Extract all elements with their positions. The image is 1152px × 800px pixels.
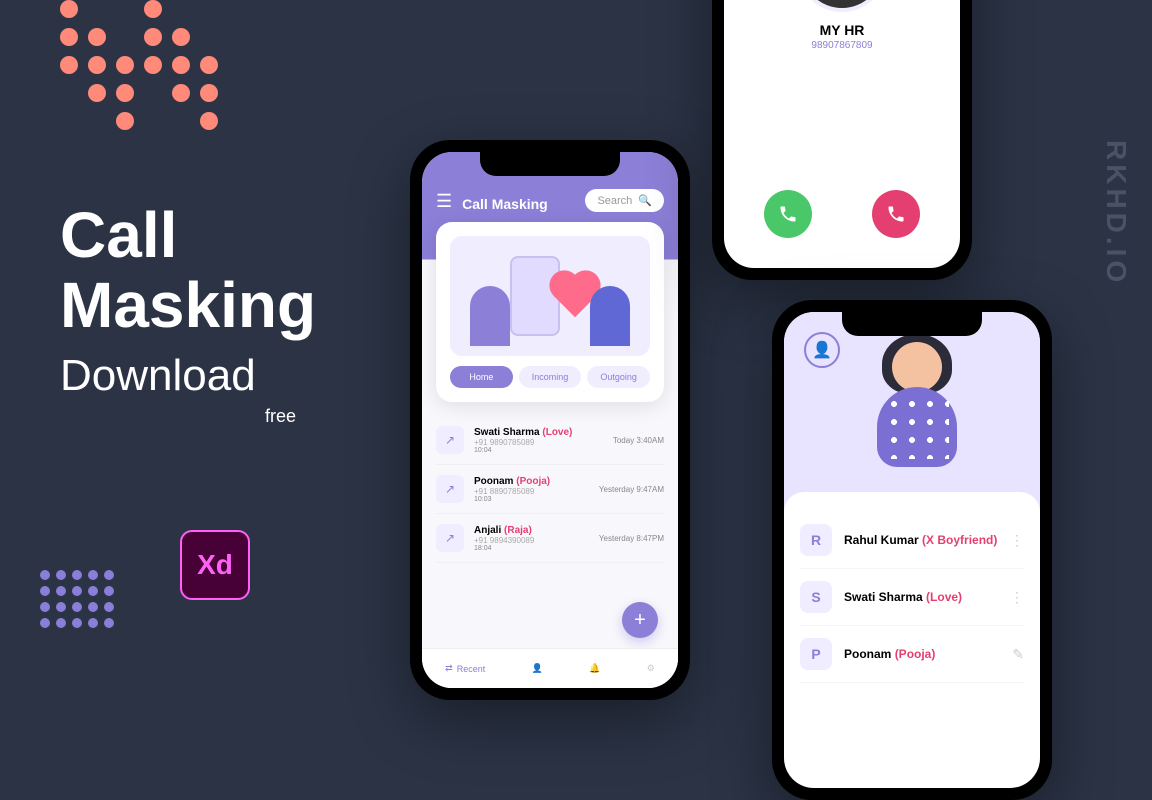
phone-notch bbox=[480, 152, 620, 176]
call-duration: 10:03 bbox=[474, 496, 589, 503]
menu-icon[interactable]: ☰ bbox=[436, 191, 452, 212]
contact-letter: S bbox=[800, 581, 832, 613]
call-list: ↗ Swati Sharma (Love) +91 9890785089 10:… bbox=[436, 416, 664, 563]
call-alias: (Pooja) bbox=[516, 476, 550, 487]
accept-call-button[interactable] bbox=[764, 190, 812, 238]
call-number: +91 8890785089 bbox=[474, 487, 589, 496]
call-duration: 10:04 bbox=[474, 447, 603, 454]
phone-mockup-contacts: 👤 R Rahul Kumar (X Boyfriend) ⋮ S Swati … bbox=[772, 300, 1052, 800]
contact-name: Swati Sharma bbox=[844, 590, 923, 604]
headline-line3: Download bbox=[60, 351, 316, 401]
search-icon: 🔍 bbox=[638, 194, 652, 207]
nav-contacts[interactable]: 👤 bbox=[532, 663, 543, 674]
phone-icon bbox=[778, 204, 798, 224]
contacts-hero: 👤 bbox=[784, 312, 1040, 512]
headline-line2: Masking bbox=[60, 270, 316, 340]
call-out-icon: ↗ bbox=[436, 475, 464, 503]
call-out-icon: ↗ bbox=[436, 426, 464, 454]
phone-icon bbox=[886, 204, 906, 224]
headline: Call Masking Download free bbox=[60, 200, 316, 427]
call-out-icon: ↗ bbox=[436, 524, 464, 552]
call-name: Swati Sharma bbox=[474, 427, 540, 438]
contact-alias: (Pooja) bbox=[895, 647, 936, 661]
headline-free: free bbox=[60, 406, 316, 427]
decoration-dots-top bbox=[60, 0, 218, 130]
more-icon[interactable]: ⋮ bbox=[1010, 589, 1024, 606]
contact-name: Rahul Kumar bbox=[844, 533, 919, 547]
call-name: Poonam bbox=[474, 476, 513, 487]
hero-card: Home Incoming Outgoing bbox=[436, 222, 664, 402]
contact-alias: (Love) bbox=[926, 590, 962, 604]
reject-call-button[interactable] bbox=[872, 190, 920, 238]
contact-letter: R bbox=[800, 524, 832, 556]
contact-row[interactable]: S Swati Sharma (Love) ⋮ bbox=[800, 569, 1024, 626]
phone-mockup-call: MY HR 98907867809 bbox=[712, 0, 972, 280]
phone-mockup-main: ☰ Call Masking Search 🔍 Home Incoming Ou… bbox=[410, 140, 690, 700]
search-input[interactable]: Search 🔍 bbox=[585, 189, 664, 212]
contact-row[interactable]: P Poonam (Pooja) ✎ bbox=[800, 626, 1024, 683]
call-row[interactable]: ↗ Poonam (Pooja) +91 8890785089 10:03 Ye… bbox=[436, 465, 664, 514]
tab-home[interactable]: Home bbox=[450, 366, 513, 388]
caller-avatar bbox=[797, 0, 887, 12]
call-alias: (Raja) bbox=[504, 525, 532, 536]
edit-icon[interactable]: ✎ bbox=[1012, 646, 1024, 663]
call-name: Anjali bbox=[474, 525, 501, 536]
contacts-list: R Rahul Kumar (X Boyfriend) ⋮ S Swati Sh… bbox=[784, 492, 1040, 703]
phone-notch bbox=[842, 312, 982, 336]
contact-alias: (X Boyfriend) bbox=[922, 533, 997, 547]
nav-settings[interactable]: ⚙ bbox=[647, 663, 655, 674]
contact-letter: P bbox=[800, 638, 832, 670]
caller-number: 98907867809 bbox=[724, 40, 960, 51]
decoration-dots-bottom bbox=[40, 570, 114, 628]
call-number: +91 9894390089 bbox=[474, 536, 589, 545]
tab-incoming[interactable]: Incoming bbox=[519, 366, 582, 388]
hero-illustration bbox=[450, 236, 650, 356]
contact-bubble-icon: 👤 bbox=[804, 332, 840, 368]
contact-name: Poonam bbox=[844, 647, 891, 661]
call-number: +91 9890785089 bbox=[474, 438, 603, 447]
call-row[interactable]: ↗ Swati Sharma (Love) +91 9890785089 10:… bbox=[436, 416, 664, 465]
search-placeholder: Search bbox=[597, 195, 632, 207]
tab-outgoing[interactable]: Outgoing bbox=[587, 366, 650, 388]
call-time: Yesterday 9:47AM bbox=[599, 485, 664, 494]
add-button[interactable]: + bbox=[622, 602, 658, 638]
call-time: Yesterday 8:47PM bbox=[599, 534, 664, 543]
adobe-xd-label: Xd bbox=[197, 549, 233, 581]
app-title: Call Masking bbox=[462, 196, 575, 212]
call-duration: 18:04 bbox=[474, 545, 589, 552]
watermark-text: RKHD.IO bbox=[1100, 140, 1132, 286]
call-alias: (Love) bbox=[542, 427, 572, 438]
call-row[interactable]: ↗ Anjali (Raja) +91 9894390089 18:04 Yes… bbox=[436, 514, 664, 563]
contact-row[interactable]: R Rahul Kumar (X Boyfriend) ⋮ bbox=[800, 512, 1024, 569]
more-icon[interactable]: ⋮ bbox=[1010, 532, 1024, 549]
nav-notifications[interactable]: 🔔 bbox=[589, 663, 600, 674]
bottom-nav: ⇄ Recent 👤 🔔 ⚙ bbox=[422, 648, 678, 688]
adobe-xd-badge: Xd bbox=[180, 530, 250, 600]
headline-line1: Call bbox=[60, 200, 316, 270]
nav-recent[interactable]: ⇄ Recent bbox=[445, 663, 485, 674]
call-time: Today 3:40AM bbox=[613, 436, 664, 445]
caller-name: MY HR bbox=[724, 22, 960, 38]
girl-illustration bbox=[852, 342, 972, 482]
call-tabs: Home Incoming Outgoing bbox=[450, 366, 650, 388]
